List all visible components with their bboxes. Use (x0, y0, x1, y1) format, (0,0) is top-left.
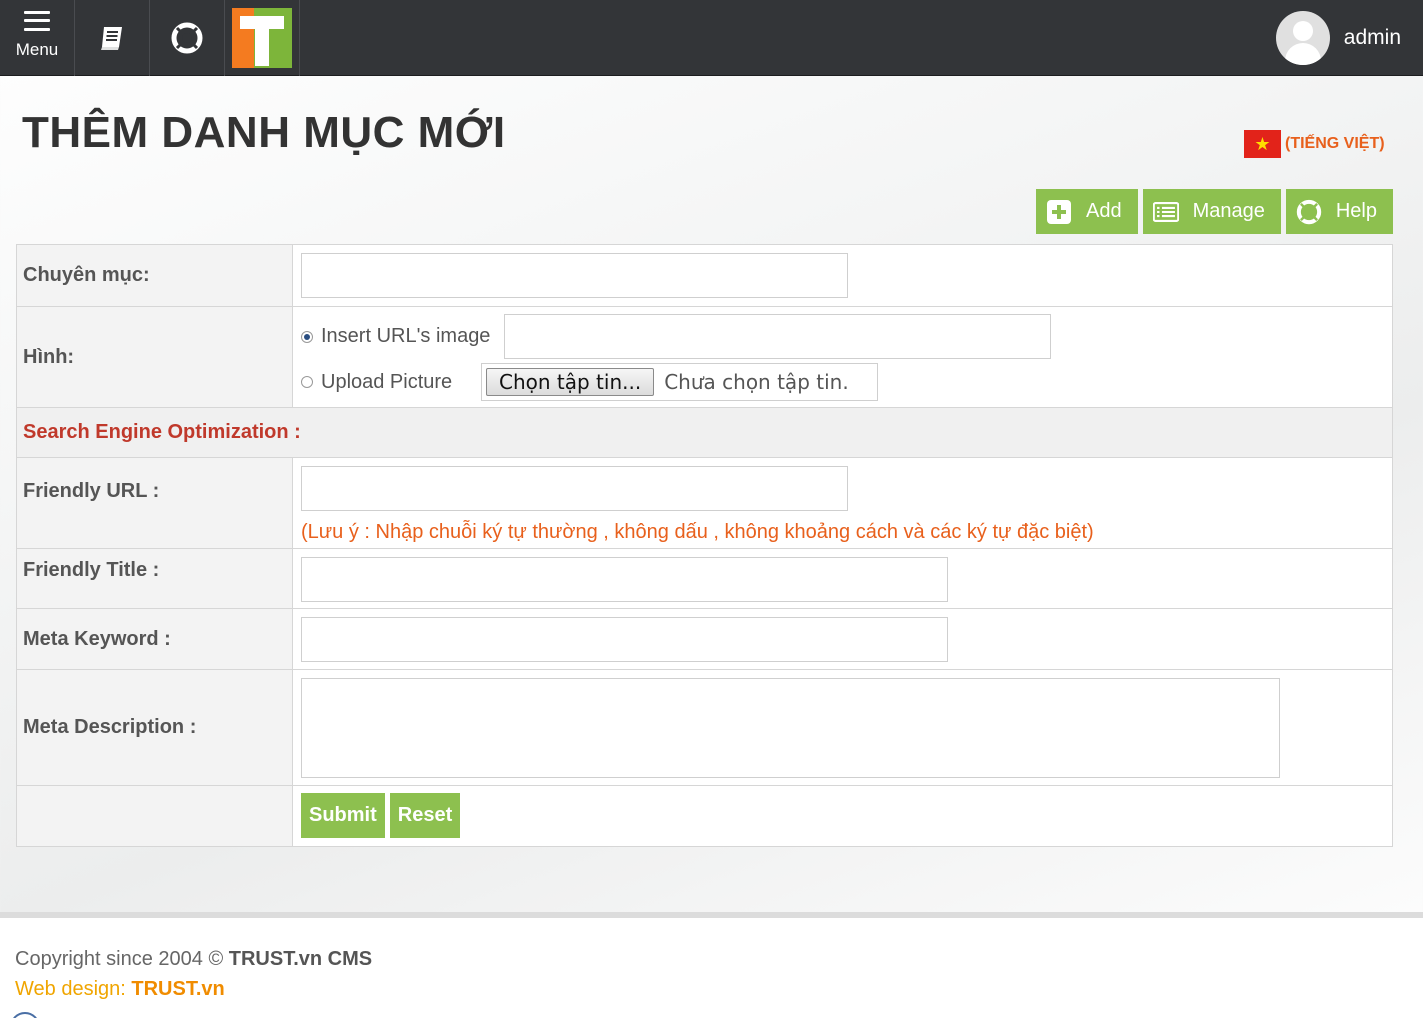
docs-button[interactable] (75, 0, 150, 76)
form-row-image: Hình: Insert URL's image Upload Picture … (17, 307, 1392, 408)
action-toolbar: Add Manage Help (1035, 189, 1393, 234)
upload-option: Upload Picture Chọn tập tin... Chưa chọn… (301, 361, 1384, 403)
avatar (1275, 11, 1330, 65)
seo-section-title: Search Engine Optimization : (23, 421, 301, 443)
meta-keyword-label: Meta Keyword : (17, 609, 293, 669)
buttons-label-cell (17, 786, 293, 846)
language-label: (TIẾNG VIỆT) (1285, 135, 1385, 152)
menu-label: Menu (15, 39, 59, 59)
design-prefix: Web design: (15, 978, 132, 1000)
page-title: THÊM DANH MỤC MỚI (22, 108, 506, 157)
book-icon (101, 27, 122, 50)
lifebuoy-icon (1296, 199, 1322, 225)
form-row-buttons: Submit Reset (17, 786, 1392, 846)
submit-button[interactable]: Submit (301, 793, 385, 838)
form-row-meta-keyword: Meta Keyword : (17, 609, 1392, 670)
meta-description-label: Meta Description : (17, 670, 293, 785)
top-navigation-bar: Menu admin (0, 0, 1423, 76)
footer: Copyright since 2004 © TRUST.vn CMS Web … (0, 918, 1423, 1018)
friendly-title-label: Friendly Title : (17, 549, 293, 608)
upload-radio[interactable] (301, 376, 313, 388)
category-label: Chuyên mục: (17, 245, 293, 306)
badge-icon (10, 1012, 40, 1018)
add-button[interactable]: Add (1035, 189, 1138, 234)
help-label: Help (1335, 200, 1377, 222)
menu-button[interactable]: Menu (0, 0, 75, 76)
image-label: Hình: (17, 307, 293, 407)
copyright-text: Copyright since 2004 © TRUST.vn CMS (15, 948, 372, 971)
friendly-url-input[interactable] (301, 466, 848, 511)
copyright-brand: TRUST.vn CMS (228, 948, 373, 970)
image-url-input[interactable] (504, 314, 1051, 359)
form-row-friendly-title: Friendly Title : (17, 549, 1392, 609)
manage-button[interactable]: Manage (1142, 189, 1281, 234)
category-form: Chuyên mục: Hình: Insert URL's image Upl… (16, 244, 1393, 847)
web-design-credit: Web design: TRUST.vn (15, 978, 225, 1001)
list-icon (1152, 199, 1179, 225)
meta-description-textarea[interactable] (301, 678, 1280, 778)
form-row-category: Chuyên mục: (17, 245, 1392, 307)
upload-label: Upload Picture (321, 370, 453, 393)
friendly-url-label: Friendly URL : (17, 458, 293, 548)
user-menu[interactable]: admin (1275, 10, 1401, 66)
choose-file-button[interactable]: Chọn tập tin... (486, 368, 655, 396)
user-name: admin (1343, 26, 1401, 49)
vietnam-flag-icon: ★ (1244, 130, 1281, 158)
insert-url-option: Insert URL's image (301, 314, 1384, 359)
category-input[interactable] (301, 253, 848, 298)
copyright-prefix: Copyright since 2004 © (15, 948, 229, 970)
friendly-title-input[interactable] (301, 557, 948, 602)
friendly-url-note: (Lưu ý : Nhập chuỗi ký tự thường , không… (301, 521, 1094, 543)
lifebuoy-icon (171, 22, 203, 54)
manage-label: Manage (1192, 200, 1265, 222)
design-brand-link[interactable]: TRUST.vn (131, 978, 224, 1000)
reset-button[interactable]: Reset (389, 793, 461, 838)
seo-section-header: Search Engine Optimization : (17, 408, 1392, 458)
plus-icon (1046, 199, 1072, 225)
home-logo-link[interactable] (225, 0, 300, 76)
insert-url-radio[interactable] (301, 330, 313, 343)
meta-keyword-input[interactable] (301, 617, 948, 662)
help-button[interactable]: Help (1285, 189, 1393, 234)
form-row-friendly-url: Friendly URL : (Lưu ý : Nhập chuỗi ký tự… (17, 458, 1392, 549)
form-row-meta-description: Meta Description : (17, 670, 1392, 786)
menu-icon (24, 10, 50, 31)
file-picker: Chọn tập tin... Chưa chọn tập tin. (481, 363, 878, 401)
support-button[interactable] (150, 0, 225, 76)
add-label: Add (1085, 200, 1122, 222)
insert-url-label: Insert URL's image (321, 325, 491, 347)
language-switcher[interactable]: ★ (TIẾNG VIỆT) (1244, 130, 1385, 158)
trust-logo (232, 8, 292, 68)
file-status: Chưa chọn tập tin. (664, 370, 849, 394)
